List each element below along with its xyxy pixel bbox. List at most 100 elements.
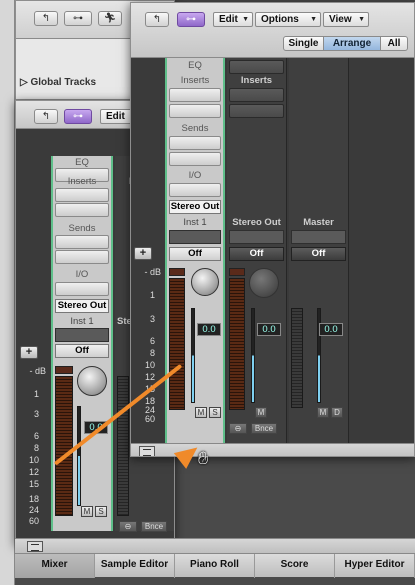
bounce-button[interactable]: Bnce	[141, 521, 167, 532]
channel-strip-inst1[interactable]: EQ Inserts Sends I/O Stereo Out Inst 1 O…	[165, 58, 225, 443]
fader-value[interactable]: 0.0	[197, 323, 221, 336]
volume-fader[interactable]	[77, 406, 81, 506]
options-menu[interactable]: Options ▼	[255, 12, 321, 27]
inserts-label: Inserts	[180, 75, 210, 86]
group-slot[interactable]	[55, 328, 109, 342]
scale-tick: 1	[33, 389, 39, 399]
send-slot[interactable]	[55, 250, 109, 264]
pan-knob[interactable]	[191, 268, 219, 296]
link-button[interactable]: ⊶	[64, 109, 92, 124]
link-icon[interactable]: ⊖	[119, 521, 137, 532]
scale-tick: 3	[33, 409, 39, 419]
insert-slot[interactable]	[55, 188, 109, 202]
tab-sample-editor[interactable]: Sample Editor	[95, 554, 175, 578]
link-icon: ⊶	[186, 14, 196, 25]
input-slot[interactable]	[55, 282, 109, 296]
grid-icon[interactable]	[139, 446, 155, 456]
channel-strip-master[interactable]: Master Off 0.0 M D	[289, 58, 349, 443]
link-icon[interactable]: ⊖	[229, 423, 247, 434]
group-slot[interactable]	[169, 230, 221, 244]
solo-button[interactable]: S	[209, 407, 221, 418]
channel-strip-stereo-out[interactable]: Inserts Stereo Out Off 0.0 M ⊖ Bnce	[227, 58, 287, 443]
level-meter	[117, 376, 129, 516]
bounce-button[interactable]: Bnce	[251, 423, 277, 434]
scale-tick: 60	[28, 516, 39, 526]
global-tracks-label[interactable]: ▷ Global Tracks	[20, 77, 96, 88]
dim-button[interactable]: D	[331, 407, 343, 418]
catch-button[interactable]: 🏃︎	[98, 11, 122, 26]
channel-strip-inst1[interactable]: EQ Inserts Sends I/O Stereo Out Inst 1 O…	[51, 156, 113, 531]
back-button[interactable]: ↰	[145, 12, 169, 27]
tab-score[interactable]: Score	[255, 554, 335, 578]
insert-slot[interactable]	[55, 203, 109, 217]
scale-tick: 10	[28, 455, 39, 465]
eq-label[interactable]: EQ	[167, 60, 223, 71]
scale-tick: 6	[149, 336, 155, 346]
edit-menu[interactable]: Edit ▼	[213, 12, 253, 27]
automation-off-button[interactable]: Off	[55, 344, 109, 358]
bottom-tab-bar: Mixer Sample Editor Piano Roll Score Hyp…	[15, 553, 415, 578]
middle-bottom-bar	[15, 538, 415, 553]
volume-fader[interactable]	[251, 308, 255, 403]
all-button[interactable]: All	[380, 36, 408, 51]
add-channel-button[interactable]: +	[20, 346, 38, 359]
running-man-icon: 🏃︎	[103, 13, 117, 24]
arrange-button[interactable]: Arrange	[323, 36, 381, 51]
grid-icon[interactable]	[27, 541, 43, 552]
back-arrow-icon: ↰	[41, 13, 51, 24]
level-meter	[291, 308, 303, 408]
send-slot[interactable]	[55, 235, 109, 249]
fader-value[interactable]: 0.0	[257, 323, 281, 336]
back-button[interactable]: ↰	[34, 109, 58, 124]
link-button[interactable]: ⊶	[64, 11, 92, 26]
add-channel-button[interactable]: +	[134, 247, 152, 260]
view-menu[interactable]: View ▼	[323, 12, 369, 27]
single-button[interactable]: Single	[283, 36, 324, 51]
solo-button[interactable]: S	[95, 506, 107, 517]
tab-hyper-editor[interactable]: Hyper Editor	[335, 554, 415, 578]
eq-slot[interactable]	[229, 60, 284, 74]
mute-button[interactable]: M	[317, 407, 329, 418]
input-slot[interactable]	[169, 183, 221, 197]
link-button[interactable]: ⊶	[177, 12, 205, 27]
scale-tick: 18	[28, 494, 39, 504]
insert-slot[interactable]	[169, 104, 221, 118]
send-slot[interactable]	[169, 152, 221, 166]
automation-off-button[interactable]: Off	[169, 247, 221, 261]
insert-slot[interactable]	[229, 88, 284, 102]
scale-tick: 24	[28, 505, 39, 515]
group-slot[interactable]	[291, 230, 346, 244]
level-meter	[169, 278, 185, 410]
chevron-down-icon: ▼	[242, 16, 249, 23]
track-name: Stereo Out	[232, 217, 281, 228]
back-button[interactable]: ↰	[34, 11, 58, 26]
insert-slot[interactable]	[169, 88, 221, 102]
fader-value[interactable]: 0.0	[319, 323, 343, 336]
inserts-label: Inserts	[67, 176, 97, 187]
output-slot[interactable]: Stereo Out	[55, 299, 109, 313]
eq-label[interactable]: EQ	[53, 157, 111, 168]
send-slot[interactable]	[169, 136, 221, 150]
automation-off-button[interactable]: Off	[291, 247, 346, 261]
front-toolbar: ↰ ⊶ Edit ▼ Options ▼ View ▼ Single Arrange …	[131, 3, 414, 58]
db-label: - dB	[144, 267, 161, 277]
volume-fader[interactable]	[191, 308, 195, 403]
back-arrow-icon: ↰	[152, 14, 162, 25]
pan-knob[interactable]	[249, 268, 279, 298]
scale-tick: 12	[28, 467, 39, 477]
automation-off-button[interactable]: Off	[229, 247, 284, 261]
back-arrow-icon: ↰	[41, 111, 51, 122]
tab-mixer[interactable]: Mixer	[15, 554, 95, 578]
scale-tick: 8	[149, 348, 155, 358]
mute-button[interactable]: M	[255, 407, 267, 418]
mute-button[interactable]: M	[81, 506, 93, 517]
tab-piano-roll[interactable]: Piano Roll	[175, 554, 255, 578]
scale-tick: 6	[33, 431, 39, 441]
output-slot[interactable]: Stereo Out	[169, 200, 221, 214]
group-slot[interactable]	[229, 230, 284, 244]
pan-knob[interactable]	[77, 366, 107, 396]
insert-slot[interactable]	[229, 104, 284, 118]
level-meter	[229, 278, 245, 410]
track-name: Master	[303, 217, 334, 228]
mute-button[interactable]: M	[195, 407, 207, 418]
